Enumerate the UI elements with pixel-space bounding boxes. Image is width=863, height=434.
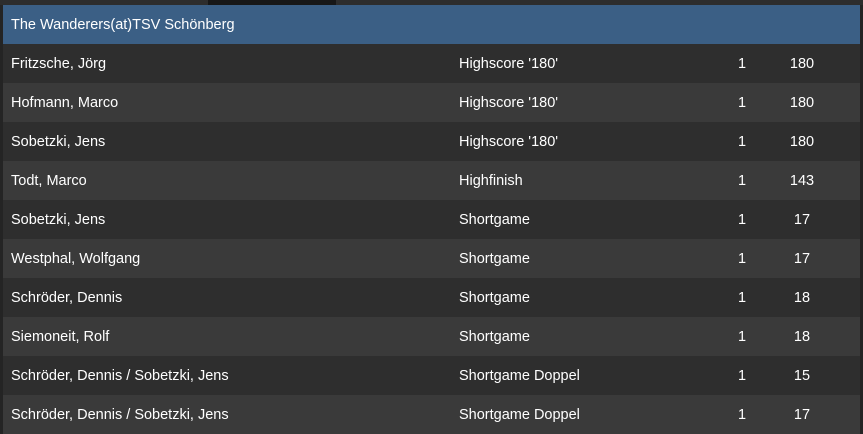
category: Shortgame	[459, 250, 530, 267]
player-name: Westphal, Wolfgang	[11, 250, 141, 267]
count: 1	[737, 211, 747, 228]
count: 1	[737, 250, 747, 267]
category: Highfinish	[459, 172, 523, 189]
table-row: Hofmann, Marco Highscore '180' 1 180	[3, 83, 860, 122]
table-row: Todt, Marco Highfinish 1 143	[3, 161, 860, 200]
count: 1	[737, 55, 747, 72]
player-name: Hofmann, Marco	[11, 94, 119, 111]
score: 17	[793, 211, 811, 228]
score: 180	[789, 55, 815, 72]
player-name: Todt, Marco	[11, 172, 87, 189]
table-row: Schröder, Dennis / Sobetzki, Jens Shortg…	[3, 356, 860, 395]
category: Highscore '180'	[459, 55, 559, 72]
player-name: Schröder, Dennis	[11, 289, 123, 306]
category: Highscore '180'	[459, 94, 559, 111]
team-title: The Wanderers(at)TSV Schönberg	[11, 16, 235, 33]
app-frame: The Wanderers(at)TSV Schönberg Fritzsche…	[0, 0, 863, 434]
score: 180	[789, 133, 815, 150]
table-row: Fritzsche, Jörg Highscore '180' 1 180	[3, 44, 860, 83]
score: 15	[793, 367, 811, 384]
results-panel: The Wanderers(at)TSV Schönberg Fritzsche…	[3, 5, 860, 434]
table-row: Siemoneit, Rolf Shortgame 1 18	[3, 317, 860, 356]
table-row: Sobetzki, Jens Highscore '180' 1 180	[3, 122, 860, 161]
score: 17	[793, 406, 811, 423]
category: Shortgame Doppel	[459, 406, 580, 423]
score: 143	[789, 172, 815, 189]
score: 18	[793, 289, 811, 306]
table-row: Schröder, Dennis Shortgame 1 18	[3, 278, 860, 317]
count: 1	[737, 406, 747, 423]
category: Highscore '180'	[459, 133, 559, 150]
player-name: Sobetzki, Jens	[11, 133, 106, 150]
category: Shortgame	[459, 211, 530, 228]
table-row: Westphal, Wolfgang Shortgame 1 17	[3, 239, 860, 278]
category: Shortgame	[459, 289, 530, 306]
count: 1	[737, 133, 747, 150]
player-name: Sobetzki, Jens	[11, 211, 106, 228]
count: 1	[737, 328, 747, 345]
player-name: Schröder, Dennis / Sobetzki, Jens	[11, 406, 229, 423]
results-table: Fritzsche, Jörg Highscore '180' 1 180 Ho…	[3, 44, 860, 434]
team-header: The Wanderers(at)TSV Schönberg	[3, 5, 860, 44]
category: Shortgame	[459, 328, 530, 345]
count: 1	[737, 172, 747, 189]
player-name: Fritzsche, Jörg	[11, 55, 107, 72]
score: 17	[793, 250, 811, 267]
table-row: Sobetzki, Jens Shortgame 1 17	[3, 200, 860, 239]
player-name: Siemoneit, Rolf	[11, 328, 110, 345]
score: 18	[793, 328, 811, 345]
count: 1	[737, 367, 747, 384]
player-name: Schröder, Dennis / Sobetzki, Jens	[11, 367, 229, 384]
category: Shortgame Doppel	[459, 367, 580, 384]
count: 1	[737, 94, 747, 111]
score: 180	[789, 94, 815, 111]
table-row: Schröder, Dennis / Sobetzki, Jens Shortg…	[3, 395, 860, 434]
count: 1	[737, 289, 747, 306]
